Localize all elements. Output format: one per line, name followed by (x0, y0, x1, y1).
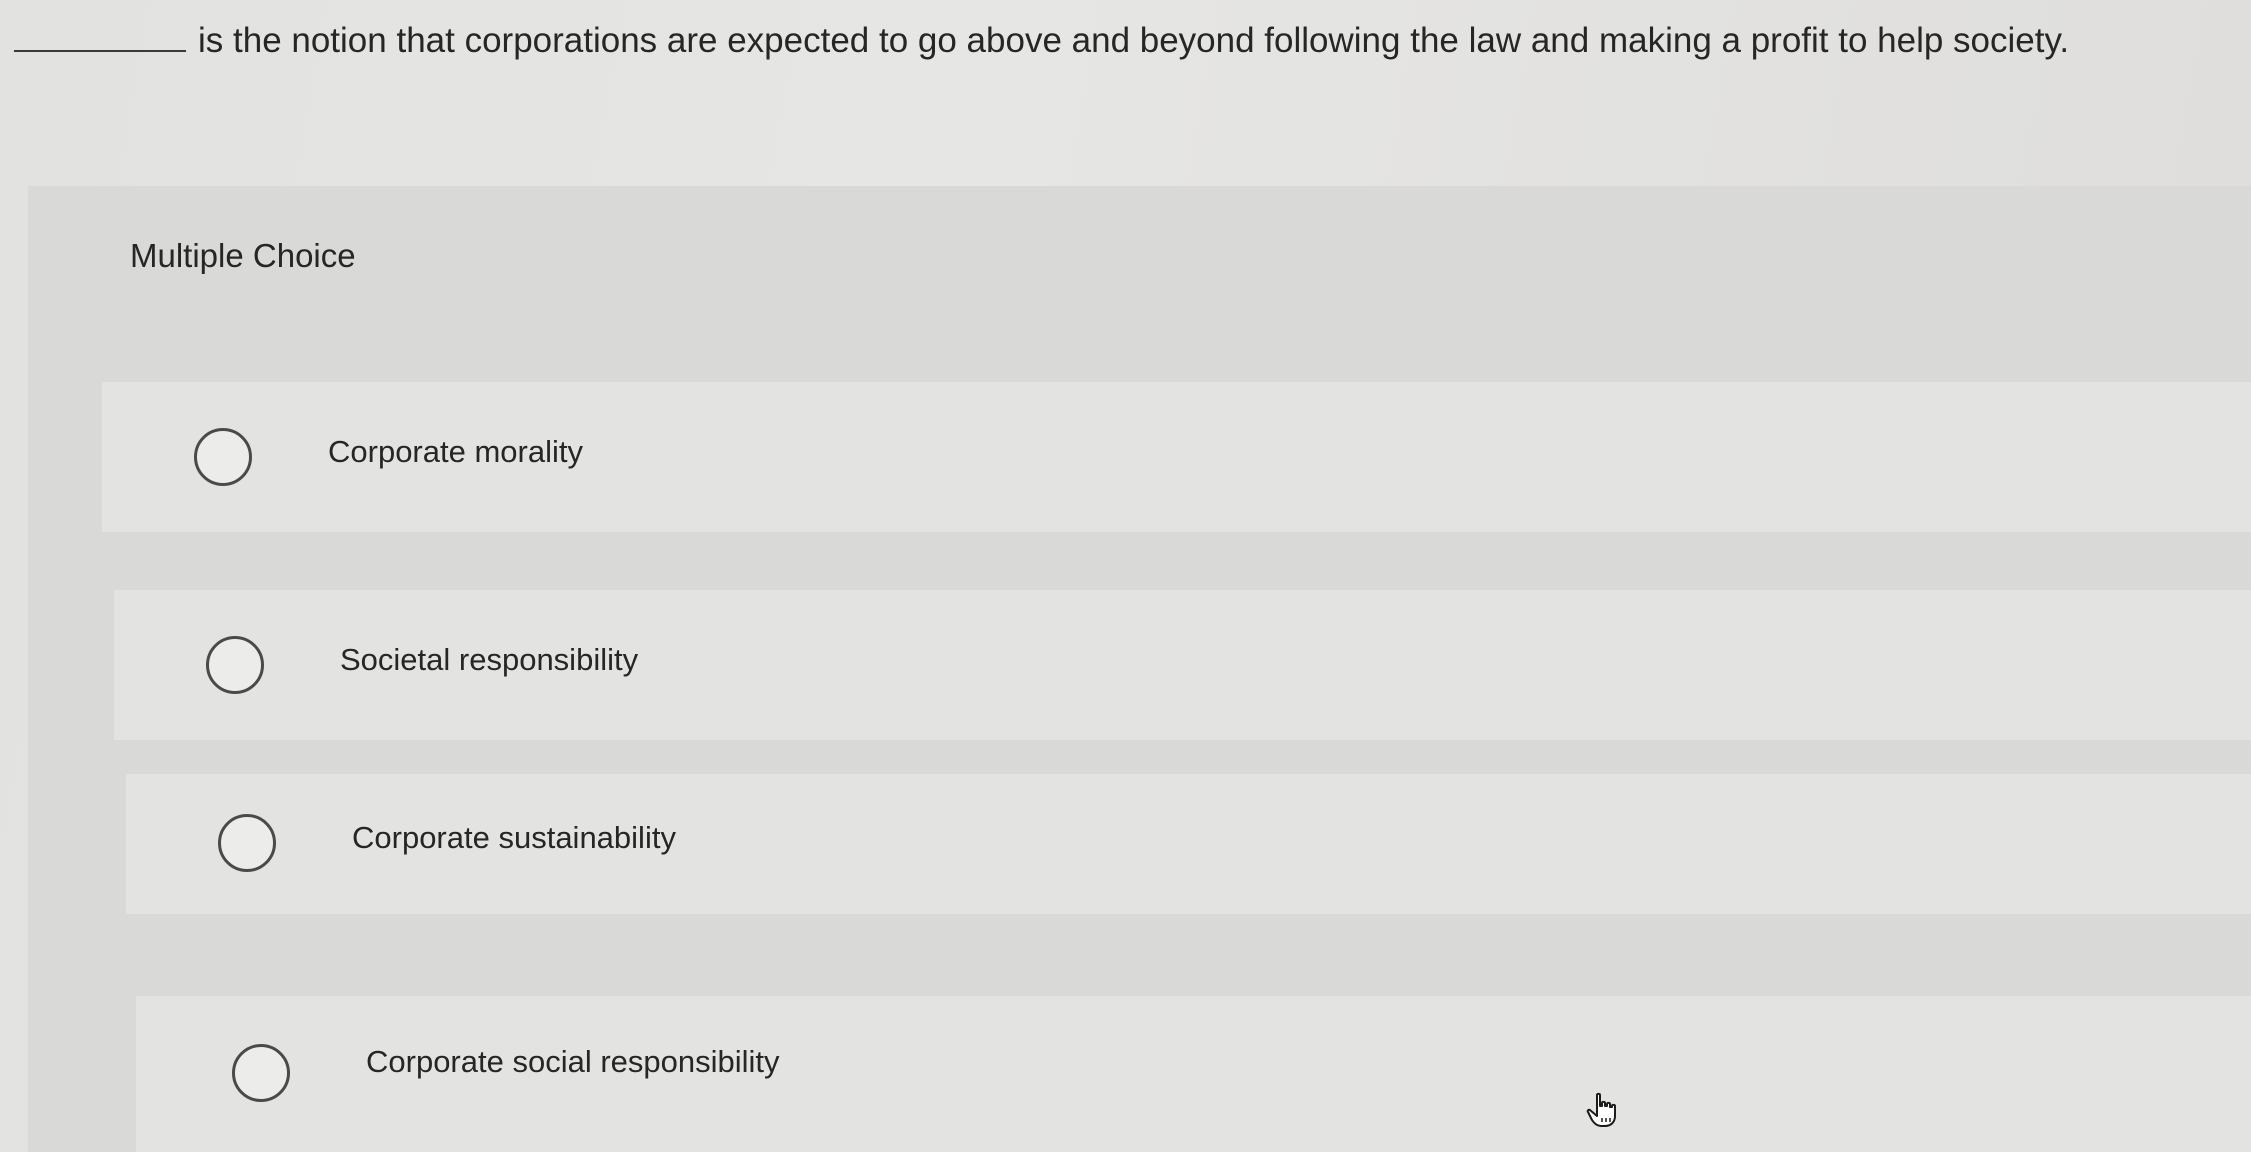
question-type-label: Multiple Choice (130, 237, 356, 274)
question-text: is the notion that corporations are expe… (198, 21, 2070, 60)
multiple-choice-panel: Multiple Choice Corporate morality Socie… (28, 186, 2251, 1152)
choice-label: Corporate sustainability (352, 820, 676, 855)
choice-option-corporate-sustainability[interactable]: Corporate sustainability (126, 774, 2251, 914)
choice-option-corporate-social-responsibility[interactable]: Corporate social responsibility (136, 996, 2251, 1152)
question-prompt: is the notion that corporations are expe… (14, 14, 2214, 68)
radio-button-icon[interactable] (232, 1044, 290, 1102)
answer-blank (14, 20, 186, 52)
radio-button-icon[interactable] (206, 636, 264, 694)
radio-button-icon[interactable] (194, 428, 252, 486)
choice-label: Societal responsibility (340, 642, 639, 677)
choice-option-corporate-morality[interactable]: Corporate morality (102, 382, 2251, 532)
choice-label: Corporate morality (328, 434, 583, 469)
hand-pointer-cursor-icon (1586, 1092, 1616, 1127)
radio-button-icon[interactable] (218, 814, 276, 872)
choice-option-societal-responsibility[interactable]: Societal responsibility (114, 590, 2251, 740)
choice-label: Corporate social responsibility (366, 1044, 780, 1079)
